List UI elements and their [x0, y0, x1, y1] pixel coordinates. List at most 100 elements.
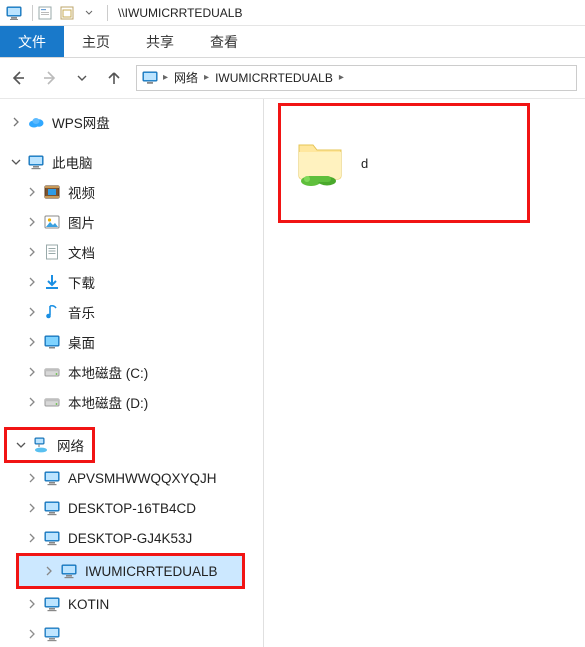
- ribbon-tab-share-label: 共享: [146, 32, 174, 52]
- chevron-right-icon[interactable]: [24, 596, 40, 612]
- qat-properties-icon[interactable]: [37, 5, 53, 21]
- tree-item-label: 桌面: [68, 332, 95, 352]
- tree-item-network-host[interactable]: [2, 619, 261, 647]
- tree-item-network-host[interactable]: DESKTOP-GJ4K53J: [2, 523, 261, 553]
- ribbon: 文件 主页 共享 查看: [0, 26, 585, 58]
- tree-item[interactable]: 文档: [2, 237, 261, 267]
- computer-icon: [42, 468, 62, 488]
- drive-icon: [42, 362, 62, 382]
- breadcrumb-segment-host[interactable]: IWUMICRRTEDUALB: [211, 71, 337, 85]
- nav-up-button[interactable]: [104, 68, 124, 88]
- tree-item-label: 图片: [68, 212, 95, 232]
- tree-item-network-host[interactable]: APVSMHWWQQXYQJH: [2, 463, 261, 493]
- chevron-right-icon[interactable]: [24, 364, 40, 380]
- chevron-right-icon[interactable]: [8, 114, 24, 130]
- network-icon: [31, 435, 51, 455]
- downloads-icon: [42, 272, 62, 292]
- chevron-right-icon[interactable]: [24, 626, 40, 642]
- pictures-icon: [42, 212, 62, 232]
- body: WPS网盘 此电脑 视频图片文档下载音乐桌面本地磁盘 (C:) 本地磁盘 (D:): [0, 98, 585, 647]
- ribbon-tab-share[interactable]: 共享: [128, 26, 192, 57]
- drive-icon: [42, 392, 62, 412]
- tree-item[interactable]: 视频: [2, 177, 261, 207]
- computer-icon: [42, 624, 62, 644]
- tree-item-network-host[interactable]: KOTIN: [2, 589, 261, 619]
- tree-item[interactable]: 本地磁盘 (D:): [2, 387, 261, 417]
- chevron-right-icon[interactable]: [24, 214, 40, 230]
- chevron-right-icon[interactable]: ▸: [163, 72, 168, 83]
- nav-recent-dropdown[interactable]: [72, 68, 92, 88]
- monitor-icon: [141, 69, 159, 87]
- tree-item-network-host[interactable]: IWUMICRRTEDUALB: [19, 556, 242, 586]
- tree-item[interactable]: 桌面: [2, 327, 261, 357]
- tree-item-network-host[interactable]: DESKTOP-16TB4CD: [2, 493, 261, 523]
- ribbon-tab-home-label: 主页: [82, 32, 110, 52]
- tree-item-label: APVSMHWWQQXYQJH: [68, 471, 217, 486]
- shared-folder-label: d: [361, 156, 368, 171]
- chevron-right-icon[interactable]: [24, 394, 40, 410]
- tree-item-label: WPS网盘: [52, 112, 110, 132]
- ribbon-tab-file[interactable]: 文件: [0, 26, 64, 57]
- chevron-right-icon[interactable]: [24, 184, 40, 200]
- qat-newfolder-icon[interactable]: [59, 5, 75, 21]
- chevron-right-icon[interactable]: ▸: [339, 72, 344, 83]
- music-icon: [42, 302, 62, 322]
- chevron-right-icon[interactable]: [24, 244, 40, 260]
- tree-item-label: KOTIN: [68, 597, 109, 612]
- ribbon-tab-home[interactable]: 主页: [64, 26, 128, 57]
- tree-item[interactable]: 本地磁盘 (C:): [2, 357, 261, 387]
- nav-row: ▸ 网络 ▸ IWUMICRRTEDUALB ▸: [0, 58, 585, 98]
- tree-item-label: DESKTOP-16TB4CD: [68, 501, 196, 516]
- video-icon: [42, 182, 62, 202]
- separator: [32, 5, 33, 21]
- chevron-right-icon[interactable]: [41, 563, 57, 579]
- chevron-down-icon[interactable]: [13, 437, 29, 453]
- tree-item-wps[interactable]: WPS网盘: [2, 107, 261, 137]
- breadcrumb-segment-label: IWUMICRRTEDUALB: [215, 71, 333, 85]
- computer-icon: [42, 498, 62, 518]
- tree-item-label: 文档: [68, 242, 95, 262]
- tree-item-label: 下载: [68, 272, 95, 292]
- ribbon-tab-file-label: 文件: [18, 32, 46, 52]
- chevron-right-icon[interactable]: [24, 274, 40, 290]
- tree-item-label: 音乐: [68, 302, 95, 322]
- computer-icon: [42, 594, 62, 614]
- chevron-right-icon[interactable]: [24, 304, 40, 320]
- tree-item-label: 此电脑: [52, 152, 93, 172]
- documents-icon: [42, 242, 62, 262]
- separator: [107, 5, 108, 21]
- computer-icon: [26, 152, 46, 172]
- window-title: \\IWUMICRRTEDUALB: [118, 6, 242, 20]
- tree-item-label: 本地磁盘 (D:): [68, 392, 148, 412]
- breadcrumb-segment-label: 网络: [174, 69, 198, 86]
- ribbon-tab-view-label: 查看: [210, 32, 238, 52]
- tree-item[interactable]: 音乐: [2, 297, 261, 327]
- desktop-icon: [42, 332, 62, 352]
- chevron-right-icon[interactable]: [24, 530, 40, 546]
- chevron-right-icon[interactable]: [24, 500, 40, 516]
- shared-folder-icon: [293, 135, 349, 191]
- tree-item[interactable]: 下载: [2, 267, 261, 297]
- ribbon-tab-view[interactable]: 查看: [192, 26, 256, 57]
- chevron-right-icon[interactable]: ▸: [204, 72, 209, 83]
- breadcrumb-segment-network[interactable]: 网络: [170, 69, 202, 86]
- tree-item-label: 网络: [57, 435, 84, 455]
- navigation-pane[interactable]: WPS网盘 此电脑 视频图片文档下载音乐桌面本地磁盘 (C:) 本地磁盘 (D:): [0, 99, 264, 647]
- address-bar[interactable]: ▸ 网络 ▸ IWUMICRRTEDUALB ▸: [136, 65, 577, 91]
- content-pane[interactable]: d: [264, 99, 585, 647]
- shared-folder-item[interactable]: d: [278, 103, 530, 223]
- chevron-right-icon[interactable]: [24, 470, 40, 486]
- tree-item-label: 视频: [68, 182, 95, 202]
- cloud-icon: [26, 112, 46, 132]
- chevron-right-icon[interactable]: [24, 334, 40, 350]
- nav-forward-button[interactable]: [40, 68, 60, 88]
- tree-item-label: DESKTOP-GJ4K53J: [68, 531, 192, 546]
- nav-back-button[interactable]: [8, 68, 28, 88]
- computer-icon: [42, 528, 62, 548]
- chevron-down-icon[interactable]: [8, 154, 24, 170]
- computer-icon: [59, 561, 79, 581]
- tree-item-network[interactable]: 网络: [7, 430, 92, 460]
- tree-item[interactable]: 图片: [2, 207, 261, 237]
- qat-dropdown-icon[interactable]: [81, 5, 97, 21]
- tree-item-this-pc[interactable]: 此电脑: [2, 147, 261, 177]
